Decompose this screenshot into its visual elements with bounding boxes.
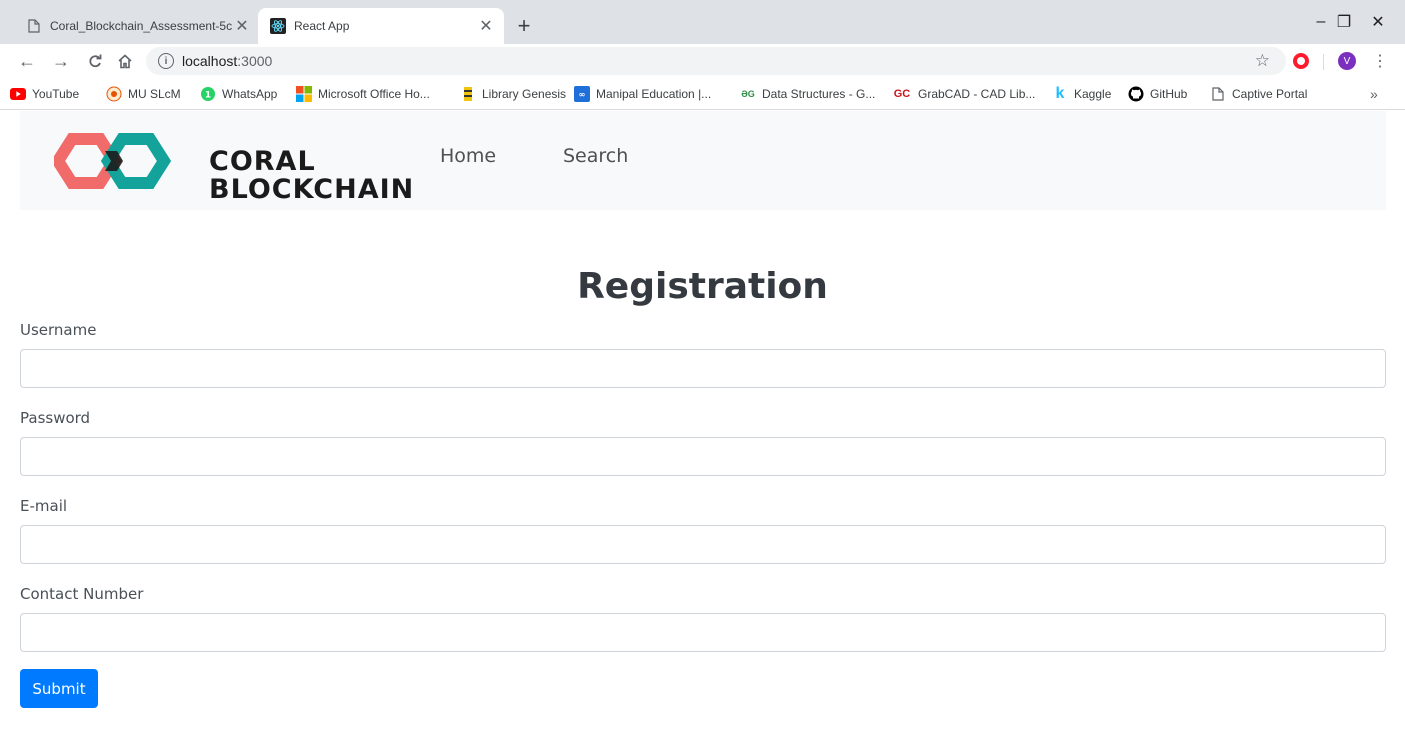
bookmark-data-structures[interactable]: ƏG Data Structures - G...	[740, 85, 875, 103]
github-icon	[1128, 86, 1144, 102]
username-input[interactable]	[20, 349, 1386, 388]
opera-extension-icon[interactable]	[1293, 53, 1309, 69]
react-icon	[270, 18, 286, 34]
home-icon[interactable]	[112, 48, 138, 74]
kebab-menu-icon[interactable]: ⋮	[1372, 50, 1388, 72]
bookmark-kaggle[interactable]: k Kaggle	[1052, 85, 1112, 103]
bookmark-youtube[interactable]: YouTube	[10, 85, 79, 103]
bookmark-github[interactable]: GitHub	[1128, 85, 1187, 103]
username-label: Username	[20, 321, 97, 339]
back-arrow-icon[interactable]: ←	[14, 48, 40, 74]
document-icon	[26, 18, 42, 34]
bookmark-label: GrabCAD - CAD Lib...	[918, 87, 1036, 101]
forward-arrow-icon[interactable]: →	[48, 48, 74, 74]
bookmark-label: Captive Portal	[1232, 87, 1308, 101]
mu-icon	[106, 86, 122, 102]
email-label: E-mail	[20, 497, 68, 515]
contact-number-input[interactable]	[20, 613, 1386, 652]
manipal-icon: ∞	[574, 86, 590, 102]
whatsapp-icon: 1	[200, 86, 216, 102]
url-host: localhost	[182, 53, 238, 69]
youtube-icon	[10, 86, 26, 102]
close-icon[interactable]: ✕	[476, 16, 496, 36]
bookmark-label: Kaggle	[1074, 87, 1112, 101]
password-label: Password	[20, 409, 91, 427]
bookmark-label: Microsoft Office Ho...	[318, 87, 430, 101]
profile-avatar[interactable]: V	[1338, 52, 1356, 70]
hexagon-logo-icon	[54, 133, 172, 189]
page-title: Registration	[577, 266, 828, 307]
bookmark-label: Manipal Education |...	[596, 87, 712, 101]
bookmark-captive-portal[interactable]: Captive Portal	[1210, 85, 1307, 103]
bookmark-whatsapp[interactable]: 1 WhatsApp	[200, 85, 277, 103]
logo-wordmark: CORAL BLOCKCHAIN	[209, 148, 414, 204]
browser-toolbar: ← → i localhost:3000 ☆ V ⋮	[0, 44, 1405, 78]
site-navbar: CORAL BLOCKCHAIN Home Search	[20, 111, 1386, 210]
page-content: CORAL BLOCKCHAIN Home Search Registratio…	[0, 111, 1405, 751]
contact-number-label: Contact Number	[20, 585, 144, 603]
tab-coral-assessment[interactable]: Coral_Blockchain_Assessment-5c ✕	[14, 8, 260, 44]
bookmark-library-genesis[interactable]: Library Genesis	[460, 85, 566, 103]
nav-link-search[interactable]: Search	[563, 145, 628, 167]
kaggle-icon: k	[1055, 85, 1065, 102]
address-bar[interactable]: i localhost:3000 ☆	[146, 47, 1286, 75]
close-icon[interactable]: ✕	[232, 16, 252, 36]
tab-strip: Coral_Blockchain_Assessment-5c ✕ React A…	[0, 0, 1405, 44]
toolbar-divider	[1323, 54, 1324, 70]
svg-text:1: 1	[205, 91, 211, 101]
document-icon	[1210, 86, 1226, 102]
bookmarks-bar: YouTube MU SLcM 1 WhatsApp Microsoft Off…	[0, 78, 1405, 110]
bookmark-star-icon[interactable]: ☆	[1255, 51, 1270, 71]
window-close-button[interactable]: ✕	[1355, 8, 1401, 36]
coral-blockchain-logo[interactable]: CORAL BLOCKCHAIN	[54, 129, 414, 204]
gfg-icon: ƏG	[741, 89, 755, 99]
svg-text:∞: ∞	[579, 90, 586, 99]
bookmark-label: MU SLcM	[128, 87, 181, 101]
bookmark-label: YouTube	[32, 87, 80, 101]
logo-line-1: CORAL	[209, 146, 316, 177]
tab-react-app[interactable]: React App ✕	[258, 8, 504, 44]
email-input[interactable]	[20, 525, 1386, 564]
tab-title: React App	[294, 19, 350, 33]
bookmark-microsoft-office[interactable]: Microsoft Office Ho...	[296, 85, 430, 103]
submit-button[interactable]: Submit	[20, 669, 98, 708]
tab-title: Coral_Blockchain_Assessment-5c	[50, 19, 232, 33]
new-tab-button[interactable]: +	[512, 13, 536, 38]
bookmark-manipal-education[interactable]: ∞ Manipal Education |...	[574, 85, 711, 103]
bookmark-label: Library Genesis	[482, 87, 567, 101]
bookmark-grabcad[interactable]: GC GrabCAD - CAD Lib...	[892, 85, 1036, 103]
bookmark-label: GitHub	[1150, 87, 1188, 101]
info-icon[interactable]: i	[158, 53, 174, 69]
nav-link-home[interactable]: Home	[440, 145, 496, 167]
grabcad-icon: GC	[893, 88, 911, 100]
bookmark-label: WhatsApp	[222, 87, 278, 101]
password-input[interactable]	[20, 437, 1386, 476]
libgen-icon	[460, 86, 476, 102]
microsoft-icon	[296, 86, 312, 102]
logo-line-2: BLOCKCHAIN	[209, 174, 415, 205]
bookmark-mu-slcm[interactable]: MU SLcM	[106, 85, 181, 103]
bookmark-label: Data Structures - G...	[762, 87, 876, 101]
url-port: :3000	[237, 53, 273, 69]
reload-icon[interactable]	[82, 48, 108, 74]
more-bookmarks-icon[interactable]: »	[1370, 86, 1378, 102]
